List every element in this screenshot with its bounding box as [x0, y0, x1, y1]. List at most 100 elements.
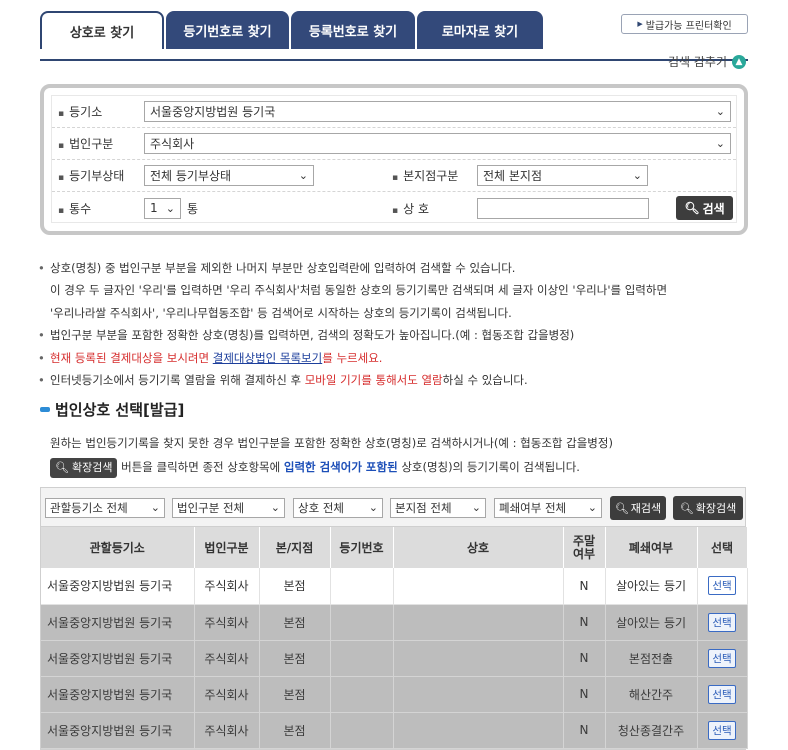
table-header-row: 관할등기소 법인구분 본/지점 등기번호 상호 주말 여부 폐쇄여부 선택 [41, 527, 748, 568]
copies-unit: 통 [187, 201, 199, 216]
search-button-label: 검색 [702, 201, 725, 216]
note-item: '우리나라쌀 주식회사', '우리나무협동조합' 등 검색어로 시작하는 상호의… [50, 305, 512, 320]
chevron-down-icon: ⌄ [587, 501, 597, 514]
cell-closed: 본점전출 [605, 640, 698, 677]
cell-branch: 본점 [259, 676, 331, 713]
cell-branch: 본점 [259, 604, 331, 641]
cell-weekend: N [563, 712, 606, 749]
note-item: 법인구분 부분을 포함한 정확한 상호(명칭)를 입력하면, 검색의 정확도가 … [38, 324, 760, 347]
cell-registry: 서울중앙지방법원 등기국 [41, 640, 195, 677]
tab-by-registry-number[interactable]: 등기번호로 찾기 [166, 11, 289, 49]
col-weekend-header[interactable]: 주말 여부 [563, 527, 606, 568]
tab-by-name[interactable]: 상호로 찾기 [40, 11, 164, 49]
filter-closed-value: 폐쇄여부 전체 [499, 501, 567, 515]
col-corp-type-header[interactable]: 법인구분 [194, 527, 260, 568]
company-name-input[interactable] [477, 197, 649, 219]
search-icon: 🔍︎ [679, 501, 694, 515]
section-marker-icon [40, 407, 50, 412]
select-button[interactable]: 선택 [708, 684, 736, 704]
search-icon: 🔍︎ [55, 460, 69, 474]
table-row[interactable]: 서울중앙지방법원 등기국 주식회사 본점 N 살아있는 등기 선택 [41, 604, 748, 641]
printer-check-button[interactable]: ▶ 발급가능 프린터확인 [621, 14, 748, 34]
cell-closed: 살아있는 등기 [605, 604, 698, 641]
search-help-notes: 상호(명칭) 중 법인구분 부분을 제외한 나머지 부분만 상호입력란에 입력하… [38, 257, 760, 392]
registry-label: 등기소 [58, 103, 102, 120]
filter-bar: 관할등기소 전체 ⌄ 법인구분 전체 ⌄ 상호 전체 ⌄ 본지점 전체 ⌄ 폐쇄여부 전… [41, 488, 745, 527]
cell-registry-number [330, 712, 394, 749]
select-button[interactable]: 선택 [708, 648, 736, 668]
table-row[interactable]: 서울중앙지방법원 등기국 주식회사 본점 N 본점전출 선택 [41, 640, 748, 677]
name-label: 상 호 [392, 200, 429, 217]
cell-branch: 본점 [259, 712, 331, 749]
col-branch-header[interactable]: 본/지점 [259, 527, 331, 568]
corp-type-select-value: 주식회사 [150, 137, 195, 151]
note-item: 인터넷등기소에서 등기기록 열람을 위해 결제하신 후 모바일 기기를 통해서도… [38, 369, 760, 392]
note-item: 🔍︎ 확장검색 버튼을 클릭하면 종전 상호항목에 입력한 검색어가 포함된 상호… [40, 455, 760, 479]
play-icon: ▶ [637, 20, 643, 28]
cell-select: 선택 [697, 604, 748, 641]
section-title-text: 법인상호 선택[발급] [55, 401, 185, 419]
registry-select-value: 서울중앙지방법원 등기국 [150, 105, 276, 119]
chevron-down-icon: ⌄ [368, 501, 378, 514]
inline-extended-search-button: 🔍︎ 확장검색 [50, 457, 118, 478]
note-highlight: 입력한 검색어가 포함된 [283, 460, 398, 474]
filter-closed-select[interactable]: 폐쇄여부 전체 ⌄ [494, 498, 602, 518]
registry-select[interactable]: 서울중앙지방법원 등기국 ⌄ [144, 101, 731, 122]
section-title: 법인상호 선택[발급] [40, 399, 184, 420]
filter-branch-select[interactable]: 본지점 전체 ⌄ [390, 498, 486, 518]
cell-weekend: N [563, 604, 606, 641]
search-button[interactable]: 🔍︎ 검색 [676, 196, 733, 220]
cell-closed: 해산간주 [605, 676, 698, 713]
research-button[interactable]: 🔍︎ 재검색 [610, 496, 666, 520]
search-form: 등기소 서울중앙지방법원 등기국 ⌄ 법인구분 주식회사 ⌄ 등기부상태 전체 … [51, 95, 737, 223]
cell-registry: 서울중앙지방법원 등기국 [41, 568, 195, 605]
col-closed-header[interactable]: 폐쇄여부 [605, 527, 698, 568]
cell-branch: 본점 [259, 640, 331, 677]
note-item: 상호(명칭) 중 법인구분 부분을 제외한 나머지 부분만 상호입력란에 입력하… [38, 257, 760, 280]
note-text: 인터넷등기소에서 등기기록 열람을 위해 결제하신 후 [50, 373, 305, 388]
corp-type-label: 법인구분 [58, 135, 113, 152]
filter-name-select[interactable]: 상호 전체 ⌄ [293, 498, 383, 518]
cell-weekend: N [563, 568, 606, 605]
inline-extended-search-label: 확장검색 [71, 460, 113, 474]
note-text: 현재 등록된 결제대상을 보시려면 [50, 350, 213, 365]
tab-by-registration-number[interactable]: 등록번호로 찾기 [291, 11, 415, 49]
table-row[interactable]: 서울중앙지방법원 등기국 주식회사 본점 N 해산간주 선택 [41, 676, 748, 713]
cell-name [393, 676, 564, 713]
cell-registry-number [330, 604, 394, 641]
col-registry-number-header[interactable]: 등기번호 [330, 527, 394, 568]
branch-select[interactable]: 전체 본지점 ⌄ [477, 165, 648, 186]
cell-name [393, 640, 564, 677]
status-select[interactable]: 전체 등기부상태 ⌄ [144, 165, 314, 186]
chevron-down-icon: ⌄ [270, 501, 280, 514]
col-registry-header[interactable]: 관할등기소 [41, 527, 195, 568]
select-button[interactable]: 선택 [708, 720, 736, 740]
col-name-header[interactable]: 상호 [393, 527, 564, 568]
extended-search-button[interactable]: 🔍︎ 확장검색 [673, 496, 743, 520]
cell-select: 선택 [697, 712, 748, 749]
cell-weekend: N [563, 640, 606, 677]
corp-type-select[interactable]: 주식회사 ⌄ [144, 133, 731, 154]
copies-select[interactable]: 1 ⌄ [144, 197, 181, 219]
table-row[interactable]: 서울중앙지방법원 등기국 주식회사 본점 N 청산종결간주 선택 [41, 712, 748, 749]
table-row[interactable]: 서울중앙지방법원 등기국 주식회사 본점 N 살아있는 등기 선택 [41, 568, 748, 605]
select-button[interactable]: 선택 [708, 612, 736, 632]
status-label: 등기부상태 [58, 167, 124, 184]
cell-closed: 청산종결간주 [605, 712, 698, 749]
payment-targets-link[interactable]: 결제대상법인 목록보기 [213, 351, 322, 365]
cell-corp-type: 주식회사 [194, 640, 260, 677]
cell-weekend: N [563, 676, 606, 713]
chevron-down-icon: ⌄ [471, 501, 481, 514]
filter-corp-type-select[interactable]: 법인구분 전체 ⌄ [172, 498, 285, 518]
collapse-search-toggle[interactable]: 검색 감추기 ▲ [668, 53, 746, 70]
branch-label: 본지점구분 [392, 167, 458, 184]
cell-name [393, 568, 564, 605]
chevron-down-icon: ⌄ [632, 169, 642, 182]
cell-name [393, 604, 564, 641]
collapse-label: 검색 감추기 [667, 55, 727, 69]
note-text: 하실 수 있습니다. [442, 373, 528, 388]
tab-by-romanized[interactable]: 로마자로 찾기 [417, 11, 543, 49]
search-icon: 🔍︎ [684, 201, 700, 215]
select-button[interactable]: 선택 [708, 576, 736, 596]
filter-registry-select[interactable]: 관할등기소 전체 ⌄ [45, 498, 165, 518]
